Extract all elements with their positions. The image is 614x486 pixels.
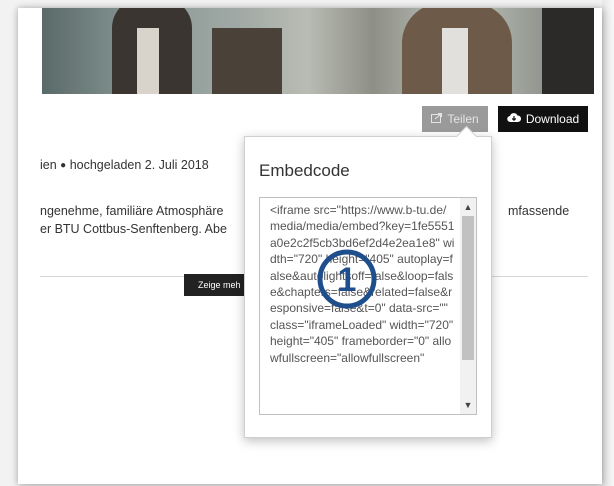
- video-figure: [442, 28, 468, 94]
- download-label: Download: [525, 112, 580, 126]
- scrollbar-thumb[interactable]: [462, 216, 474, 360]
- step-marker-number: 1: [338, 261, 357, 299]
- popover-title: Embedcode: [259, 161, 350, 180]
- description-line: ngenehme, familiäre Atmosphäre: [40, 204, 224, 218]
- video-thumbnail[interactable]: [42, 8, 594, 94]
- cloud-download-icon: [507, 112, 521, 126]
- video-figure: [212, 28, 282, 94]
- chevron-up-icon[interactable]: ▲: [460, 200, 476, 214]
- step-marker: 1: [317, 249, 377, 309]
- video-figure: [137, 28, 159, 94]
- video-figure: [542, 8, 594, 94]
- video-meta: ien ● hochgeladen 2. Juli 2018: [40, 158, 209, 172]
- upload-date: hochgeladen 2. Juli 2018: [69, 158, 209, 172]
- share-button[interactable]: Teilen: [422, 106, 488, 132]
- share-label: Teilen: [447, 112, 479, 126]
- bullet-separator: ●: [60, 160, 67, 171]
- description-line: er BTU Cottbus-Senftenberg. Abe: [40, 222, 227, 236]
- meta-prefix: ien: [40, 158, 57, 172]
- share-icon: [431, 112, 443, 126]
- page-edge: [602, 0, 614, 486]
- chevron-down-icon[interactable]: ▼: [460, 398, 476, 412]
- download-button[interactable]: Download: [498, 106, 588, 132]
- scrollbar[interactable]: ▲ ▼: [460, 198, 476, 414]
- description-line-right: mfassende: [508, 204, 570, 218]
- media-page: Teilen Download ien ● hochgeladen 2. Jul…: [18, 8, 602, 484]
